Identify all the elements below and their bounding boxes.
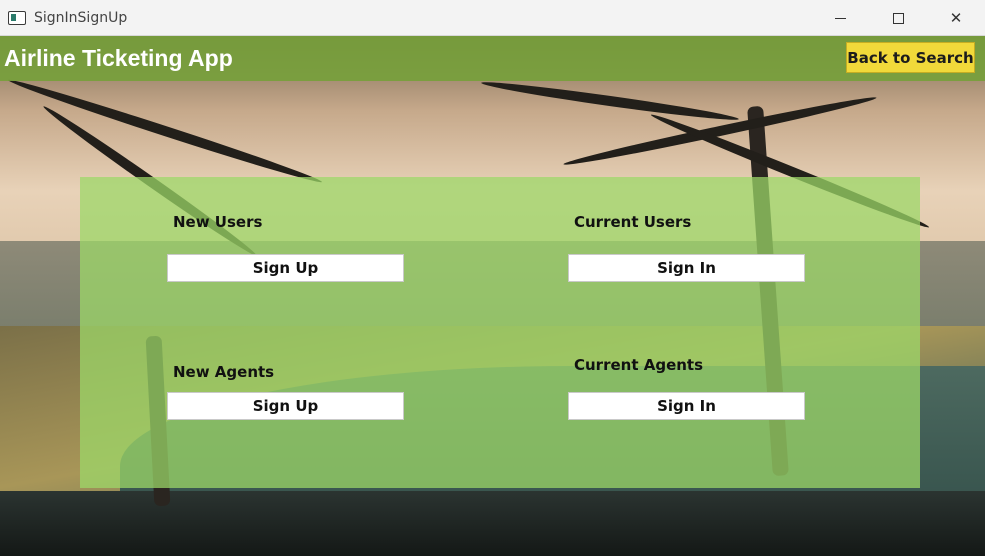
close-button[interactable]: ✕ xyxy=(927,0,985,36)
minimize-icon xyxy=(834,17,846,19)
new-agents-sign-up-button[interactable]: Sign Up xyxy=(167,392,404,420)
current-users-label: Current Users xyxy=(574,213,692,231)
app-window-icon xyxy=(8,10,26,25)
current-agents-sign-in-button[interactable]: Sign In xyxy=(568,392,805,420)
maximize-icon xyxy=(892,12,904,24)
app-header: Airline Ticketing App Back to Search xyxy=(0,36,985,81)
new-users-label: New Users xyxy=(173,213,263,231)
window-controls: ✕ xyxy=(811,0,985,36)
app-window: SignInSignUp ✕ Airline Ticketing App Bac… xyxy=(0,0,985,556)
app-title: Airline Ticketing App xyxy=(4,45,233,71)
back-to-search-button[interactable]: Back to Search xyxy=(846,42,975,73)
new-users-sign-up-button[interactable]: Sign Up xyxy=(167,254,404,282)
current-agents-label: Current Agents xyxy=(574,356,704,374)
maximize-button[interactable] xyxy=(869,0,927,36)
client-area: Airline Ticketing App Back to Search New… xyxy=(0,36,985,556)
window-titlebar[interactable]: SignInSignUp ✕ xyxy=(0,0,985,36)
window-title: SignInSignUp xyxy=(34,9,128,26)
auth-panel: New Users Sign Up Current Users Sign In … xyxy=(80,177,920,488)
current-users-sign-in-button[interactable]: Sign In xyxy=(568,254,805,282)
background-foreground xyxy=(0,491,985,556)
minimize-button[interactable] xyxy=(811,0,869,36)
new-agents-label: New Agents xyxy=(173,363,275,381)
close-icon: ✕ xyxy=(949,9,963,27)
